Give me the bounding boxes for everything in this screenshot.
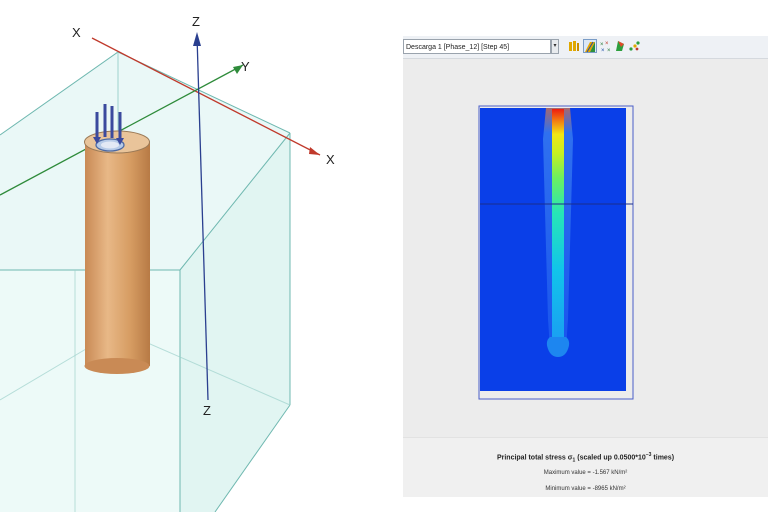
title-suffix: times) xyxy=(651,454,675,462)
cross-section-icon[interactable] xyxy=(627,39,641,53)
chevron-down-icon[interactable]: ▾ xyxy=(551,39,559,54)
maximum-value: Maximum value = -1.567 kN/m² xyxy=(543,470,628,476)
phase-step-select[interactable]: Descarga 1 [Phase_12] [Step 45] xyxy=(403,39,551,54)
svg-text:×: × xyxy=(607,48,611,53)
result-title: Principal total stress σ1 (scaled up 0.0… xyxy=(403,452,768,464)
contour-plot-area[interactable] xyxy=(403,59,768,437)
pile-stress-contour xyxy=(552,109,564,339)
principal-directions-icon[interactable]: × × × × xyxy=(599,39,613,54)
z-axis-label-top: Z xyxy=(192,14,200,29)
z-axis-label-bottom: Z xyxy=(203,403,211,418)
shading-icon[interactable] xyxy=(583,39,597,53)
svg-text:×: × xyxy=(605,41,609,47)
x-axis-label-back: X xyxy=(72,25,81,40)
output-toolbar: Descarga 1 [Phase_12] [Step 45] ▾ × × × × xyxy=(403,36,768,59)
model-3d-view[interactable]: X X Y Z Z xyxy=(0,0,390,513)
title-scale: (scaled up 0.0500*10 xyxy=(575,454,646,462)
contour-icon[interactable] xyxy=(613,39,627,53)
pile[interactable] xyxy=(84,130,151,374)
z-axis-arrow-icon xyxy=(193,32,201,46)
output-panel: Descarga 1 [Phase_12] [Step 45] ▾ × × × × xyxy=(403,36,768,497)
y-axis-label: Y xyxy=(241,59,250,74)
result-info: Principal total stress σ1 (scaled up 0.0… xyxy=(403,437,768,497)
stress-bars-icon[interactable] xyxy=(567,39,581,53)
x-axis-label-front: X xyxy=(326,152,335,167)
title-prefix: Principal total stress σ xyxy=(496,454,573,462)
minimum-value: Minimum value = -8965 kN/m² xyxy=(545,486,626,492)
x-axis-arrow-icon xyxy=(309,147,320,155)
stress-contour-canvas[interactable] xyxy=(403,59,768,437)
model-3d-canvas[interactable]: X X Y Z Z xyxy=(0,0,390,513)
svg-text:×: × xyxy=(601,48,605,53)
